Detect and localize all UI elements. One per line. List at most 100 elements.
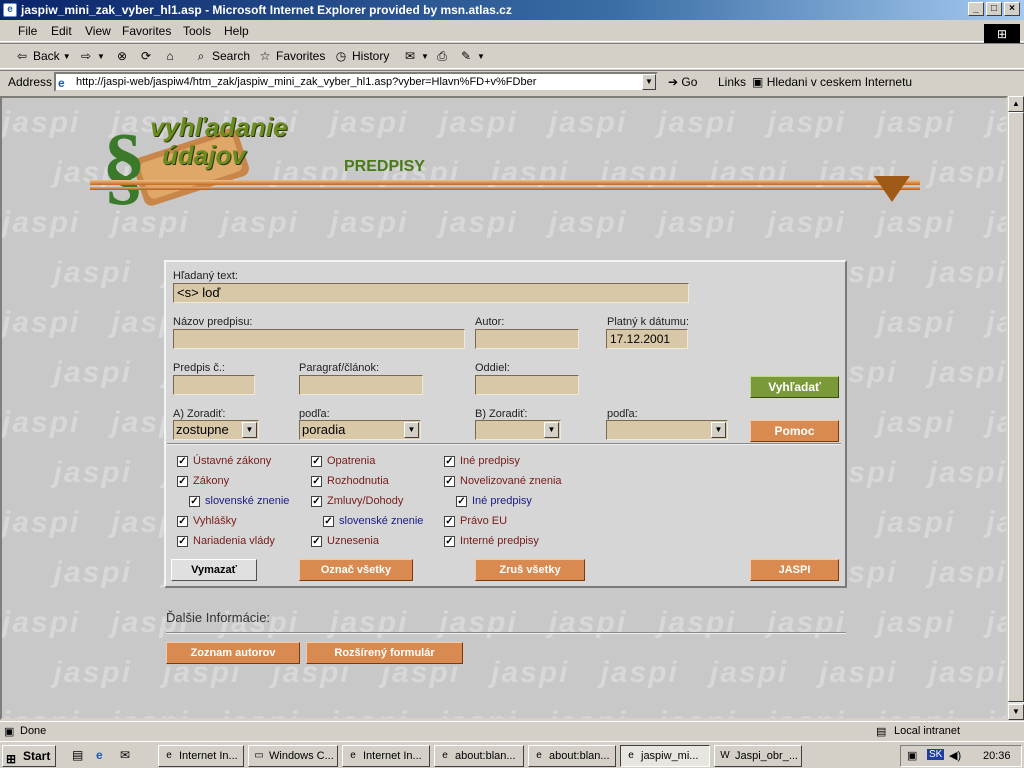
banner-title-line1: vyhľadanie: [150, 112, 288, 142]
page-content: jaspi jaspi jaspi jaspi jaspi jaspi jasp…: [0, 96, 1008, 720]
checkbox-uznesenia[interactable]: ✓ Uznesenia: [311, 535, 379, 547]
checkbox-pravo-eu[interactable]: ✓ Právo EU: [444, 515, 507, 527]
folder-icon: ▭: [254, 750, 264, 761]
unmark-all-button[interactable]: Zruš všetky: [475, 559, 585, 581]
by-b-select[interactable]: ▼: [606, 420, 728, 440]
number-input[interactable]: [173, 375, 255, 395]
word-icon: W: [720, 750, 730, 761]
sort-a-select[interactable]: zostupne ▼: [173, 420, 259, 440]
print-button[interactable]: ⎙: [434, 48, 450, 64]
task-jaspiw-mini[interactable]: e jaspiw_mi...: [620, 745, 710, 767]
mark-all-button[interactable]: Označ všetky: [299, 559, 413, 581]
name-input[interactable]: [173, 329, 465, 349]
menu-view[interactable]: View: [85, 24, 111, 38]
name-label: Názov predpisu:: [173, 316, 253, 328]
help-button[interactable]: Pomoc: [750, 420, 839, 442]
language-indicator[interactable]: SK: [927, 749, 945, 760]
by-b-label: podľa:: [607, 408, 638, 420]
menu-help[interactable]: Help: [224, 24, 249, 38]
close-button[interactable]: ×: [1004, 2, 1020, 16]
links-label[interactable]: Links: [718, 75, 746, 89]
status-text: Done: [20, 725, 47, 737]
checkbox-nariadenia-vlady[interactable]: ✓ Nariadenia vlády: [177, 535, 275, 547]
edit-button[interactable]: ✎ ▼: [458, 48, 485, 64]
checkbox-vyhlasky[interactable]: ✓ Vyhlášky: [177, 515, 237, 527]
more-info-label: Ďalšie Informácie:: [166, 610, 271, 625]
history-button[interactable]: ◷ History: [333, 48, 390, 64]
checkbox-novelizovane-znenia[interactable]: ✓ Novelizované znenia: [444, 475, 562, 487]
checkbox-zmluvy-slovenske-znenie[interactable]: ✓ slovenské znenie: [323, 515, 423, 527]
checkbox-checked-icon: ✓: [444, 455, 455, 467]
menu-file[interactable]: File: [18, 24, 37, 38]
checkbox-zakony[interactable]: ✓ Zákony: [177, 475, 229, 487]
authors-list-button[interactable]: Zoznam autorov: [166, 642, 300, 664]
edit-icon: ✎: [460, 49, 472, 63]
section-input[interactable]: [475, 375, 579, 395]
page-icon: ▣: [752, 75, 764, 89]
checkbox-ine-predpisy[interactable]: ✓ Iné predpisy: [444, 455, 520, 467]
start-button[interactable]: ⊞ Start: [2, 745, 56, 767]
search-button[interactable]: ⌕ Search: [193, 48, 250, 64]
svg-text:§: §: [102, 117, 146, 212]
network-icon[interactable]: ▣: [907, 749, 917, 762]
task-about-blank-2[interactable]: e about:blan...: [528, 745, 616, 767]
chevron-down-icon: ▼: [711, 422, 726, 438]
task-about-blank-1[interactable]: e about:blan...: [434, 745, 524, 767]
refresh-button[interactable]: ⟳: [138, 48, 154, 64]
section-title: PREDPISY: [344, 158, 425, 175]
menu-favorites[interactable]: Favorites: [122, 24, 171, 38]
checkbox-zmluvy-dohody[interactable]: ✓ Zmluvy/Dohody: [311, 495, 403, 507]
ie-icon: e: [3, 3, 17, 17]
checkbox-interne-predpisy[interactable]: ✓ Interné predpisy: [444, 535, 539, 547]
checkbox-rozhodnutia[interactable]: ✓ Rozhodnutia: [311, 475, 389, 487]
stop-button[interactable]: ⊗: [114, 48, 130, 64]
back-button[interactable]: ⇦ Back ▼: [14, 48, 71, 64]
quicklaunch-desktop-icon[interactable]: ▤: [72, 748, 83, 762]
search-text-input[interactable]: <s> loď: [173, 283, 689, 303]
link-hledani[interactable]: ▣ Hledani v ceskem Internetu: [752, 75, 912, 89]
by-a-select[interactable]: poradia ▼: [299, 420, 421, 440]
scroll-up-icon[interactable]: ▲: [1008, 96, 1024, 112]
task-jaspi-obr[interactable]: W Jaspi_obr_...: [714, 745, 802, 767]
favorites-button[interactable]: ☆ Favorites: [257, 48, 326, 64]
go-arrow-icon: ➔: [668, 75, 679, 89]
scroll-down-icon[interactable]: ▼: [1008, 704, 1024, 720]
volume-icon[interactable]: ◀): [949, 749, 961, 762]
checkbox-novelizovane-ine-predpisy[interactable]: ✓ Iné predpisy: [456, 495, 532, 507]
scroll-thumb[interactable]: [1008, 112, 1024, 702]
valid-date-input[interactable]: 17.12.2001: [606, 329, 688, 349]
paragraph-input[interactable]: [299, 375, 423, 395]
sort-b-select[interactable]: ▼: [475, 420, 561, 440]
vertical-scrollbar[interactable]: ▲ ▼: [1008, 96, 1024, 720]
task-internet-explorer-2[interactable]: e Internet In...: [342, 745, 430, 767]
quicklaunch-ie-icon[interactable]: e: [96, 748, 103, 762]
menu-bar: File Edit View Favorites Tools Help ⊞: [0, 20, 1024, 44]
go-button[interactable]: ➔ Go: [668, 75, 697, 89]
stop-icon: ⊗: [116, 49, 128, 63]
clear-button[interactable]: Vymazať: [171, 559, 257, 581]
home-button[interactable]: ⌂: [162, 48, 178, 64]
task-windows-commander[interactable]: ▭ Windows C...: [248, 745, 338, 767]
address-input[interactable]: e http://jaspi-web/jaspiw4/htm_zak/jaspi…: [54, 72, 658, 92]
checkbox-zakony-slovenske-znenie[interactable]: ✓ slovenské znenie: [189, 495, 289, 507]
forward-button[interactable]: ⇨ ▼: [78, 48, 105, 64]
extended-form-button[interactable]: Rozšírený formulár: [306, 642, 463, 664]
task-internet-explorer-1[interactable]: e Internet In...: [158, 745, 244, 767]
mail-button[interactable]: ✉ ▼: [402, 48, 429, 64]
search-submit-button[interactable]: Vyhľadať: [750, 376, 839, 398]
minimize-button[interactable]: _: [968, 2, 984, 16]
search-icon: ⌕: [197, 49, 205, 63]
checkbox-opatrenia[interactable]: ✓ Opatrenia: [311, 455, 375, 467]
refresh-icon: ⟳: [140, 49, 152, 63]
author-input[interactable]: [475, 329, 579, 349]
menu-tools[interactable]: Tools: [183, 24, 211, 38]
menu-edit[interactable]: Edit: [51, 24, 72, 38]
chevron-down-icon: ▼: [242, 422, 257, 438]
address-dropdown-button[interactable]: ▼: [642, 74, 656, 90]
quicklaunch-outlook-icon[interactable]: ✉: [120, 748, 130, 762]
sort-b-label: B) Zoradiť:: [475, 408, 528, 420]
maximize-button[interactable]: □: [986, 2, 1002, 16]
jaspi-button[interactable]: JASPI: [750, 559, 839, 581]
checkbox-ustavne-zakony[interactable]: ✓ Ústavné zákony: [177, 455, 271, 467]
checkbox-checked-icon: ✓: [311, 475, 322, 487]
